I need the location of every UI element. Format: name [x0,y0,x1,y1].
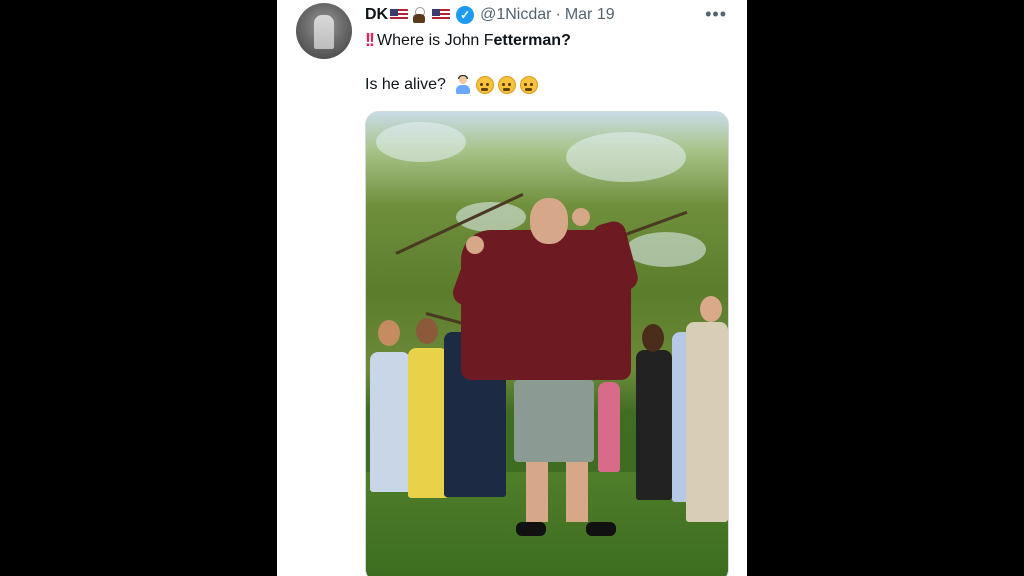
tweet-text-line2: Is he alive? [365,75,538,94]
double-exclamation-icon: !! [365,30,375,50]
raised-eyebrow-face-icon [475,76,494,94]
tweet-photo[interactable] [365,111,729,576]
tweet-date[interactable]: Mar 19 [565,6,615,24]
tweet-header: DK ✓ @1Nicdar · Mar 19 [365,4,615,26]
separator-dot: · [555,6,561,23]
user-avatar[interactable] [296,3,352,59]
tweet-text-prefix: Where is John F [377,31,494,49]
tweet-text-line1: !! Where is John Fetterman? [365,30,571,51]
verified-badge-icon[interactable]: ✓ [456,6,475,24]
person-shrugging-icon [453,75,472,94]
raised-eyebrow-face-icon [497,76,516,94]
tweet-question: Is he alive? [365,76,446,93]
tweet-card[interactable]: DK ✓ @1Nicdar · Mar 19 ••• !! Where is J… [277,0,747,576]
us-flag-icon [432,9,451,21]
tweet-text-bold: etterman? [493,31,571,49]
us-flag-icon [390,9,409,21]
raised-eyebrow-face-icon [519,76,538,94]
display-name[interactable]: DK [365,6,388,24]
more-options-icon[interactable]: ••• [705,4,727,25]
eagle-icon [411,7,427,23]
user-handle[interactable]: @1Nicdar [480,6,551,24]
